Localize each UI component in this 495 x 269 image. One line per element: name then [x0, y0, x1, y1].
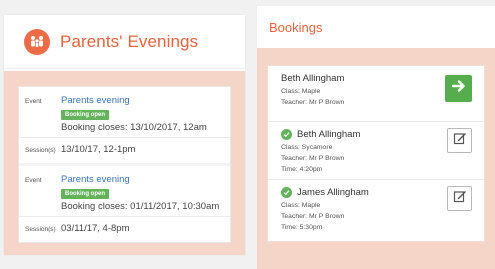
teacher-name: Teacher: Mr P Brown — [281, 213, 345, 220]
teacher-name: Teacher: Mr P Brown — [281, 155, 345, 162]
events-list: Event Parents evening Booking open Booki… — [4, 71, 245, 255]
appointment-time: Time: 5:30pm — [281, 224, 323, 231]
parents-evenings-header: Parents' Evenings — [4, 15, 245, 69]
book-appointment-button[interactable] — [445, 75, 472, 102]
bookings-panel: Bookings Beth Allingham Class: Maple Tea… — [257, 6, 495, 269]
booking-item: Beth Allingham Class: Maple Teacher: Mr … — [268, 66, 484, 121]
session-value: 13/10/17, 12-1pm — [61, 144, 136, 155]
status-badge: Booking open — [61, 110, 109, 120]
event-card: Event Parents evening Booking open Booki… — [18, 86, 231, 243]
edit-booking-button[interactable] — [447, 128, 472, 153]
session-value: 03/11/17, 4-8pm — [61, 223, 130, 234]
edit-booking-button[interactable] — [447, 186, 472, 211]
booking-closes: Booking closes: 01/11/2017, 10:30am — [61, 201, 220, 212]
family-icon — [24, 28, 50, 55]
page-title: Parents' Evenings — [60, 31, 199, 51]
arrow-right-icon — [451, 79, 466, 98]
session-label: Session(s) — [25, 147, 56, 154]
status-badge: Booking open — [61, 189, 109, 199]
event-label: Event — [25, 177, 42, 184]
bookings-card: Beth Allingham Class: Maple Teacher: Mr … — [267, 65, 485, 242]
appointment-time: Time: 4:20pm — [281, 166, 323, 173]
checkmark-icon — [281, 129, 292, 140]
event-link[interactable]: Parents evening — [61, 173, 219, 186]
bookings-list: Beth Allingham Class: Maple Teacher: Mr … — [257, 48, 495, 269]
student-name: Beth Allingham — [297, 129, 361, 140]
bookings-title: Bookings — [269, 19, 323, 35]
bookings-header: Bookings — [257, 6, 495, 48]
student-name: James Allingham — [297, 187, 369, 198]
parents-evenings-panel: Parents' Evenings Event Parents evening … — [4, 15, 245, 255]
booking-closes: Booking closes: 13/10/2017, 12am — [61, 122, 207, 133]
checkmark-icon — [281, 187, 292, 198]
class-name: Class: Maple — [281, 202, 321, 209]
class-name: Class: Sycamore — [281, 144, 333, 151]
event-link[interactable]: Parents evening — [61, 94, 207, 107]
booking-item: Beth Allingham Class: Sycamore Teacher: … — [268, 121, 484, 179]
booking-item: James Allingham Class: Maple Teacher: Mr… — [268, 179, 484, 237]
session-label: Session(s) — [25, 226, 56, 233]
edit-icon — [453, 189, 467, 208]
edit-icon — [453, 131, 467, 150]
event-label: Event — [25, 98, 42, 105]
